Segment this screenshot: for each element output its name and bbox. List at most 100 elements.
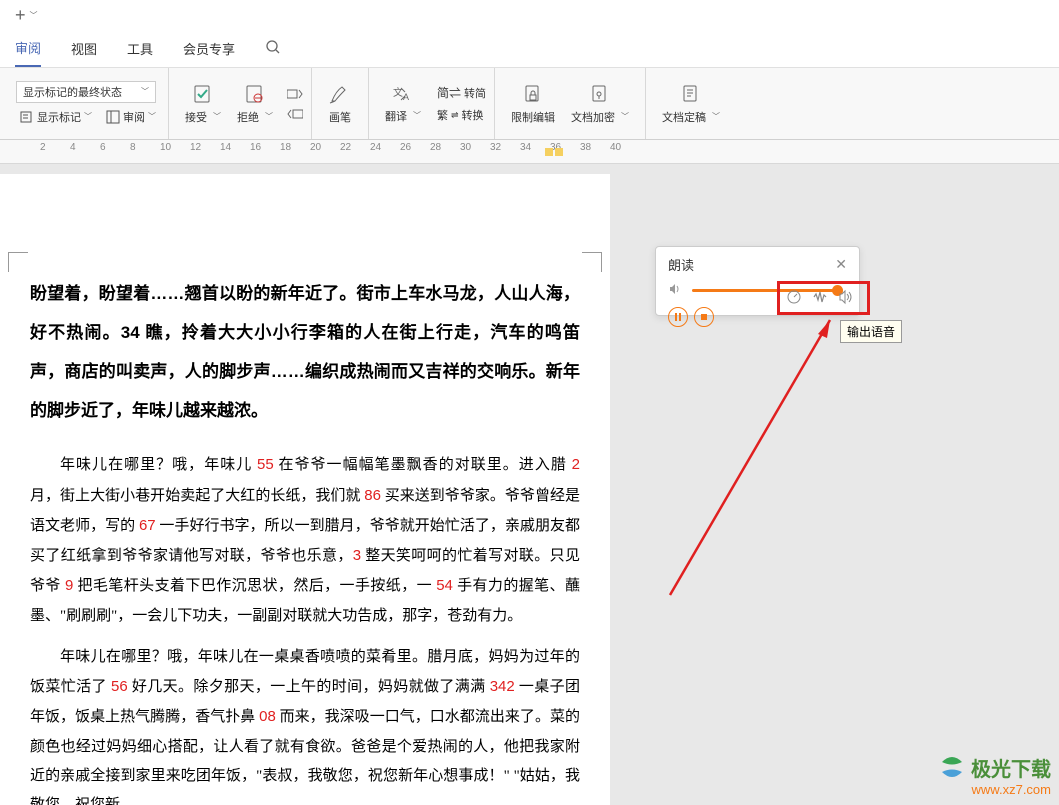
ruler-tick: 10	[160, 142, 171, 153]
paragraph-3[interactable]: 年味儿在哪里？哦，年味儿在一桌桌香喷喷的菜肴里。腊月底，妈妈为过年的饭菜忙活了 …	[30, 643, 580, 805]
logo-icon	[937, 752, 967, 782]
tracked-number: 2	[572, 456, 580, 473]
review-pane-button[interactable]: 审阅 ﹀	[102, 107, 160, 127]
reject-label: 拒绝	[237, 109, 259, 125]
ruler-tick: 18	[280, 142, 291, 153]
translate-button[interactable]: 文A 翻译﹀	[377, 84, 429, 124]
accept-button[interactable]: 接受 ﹀	[177, 83, 229, 125]
pen-group: 画笔	[312, 68, 369, 139]
draft-group: 文档定稿 ﹀	[646, 68, 736, 139]
doc-draft-button[interactable]: 文档定稿 ﹀	[654, 83, 728, 125]
chevron-down-icon: ﹀	[621, 111, 629, 122]
simp-char: 简⇌	[437, 84, 461, 101]
restrict-edit-label: 限制编辑	[511, 109, 555, 125]
changes-group: 接受 ﹀ 拒绝 ﹀	[169, 68, 312, 139]
review-pane-label: 审阅	[123, 109, 145, 125]
logo-url: www.xz7.com	[972, 782, 1051, 797]
chevron-down-icon: ﹀	[213, 111, 221, 122]
horizontal-ruler[interactable]: // ruler rendered below with JS after da…	[0, 140, 1059, 164]
new-doc-icon[interactable]: +	[15, 5, 26, 26]
tracked-number: 08	[259, 708, 276, 725]
tracked-number: 56	[111, 678, 128, 695]
menu-bar: 审阅 视图 工具 会员专享	[0, 30, 1059, 68]
tracked-number: 342	[490, 678, 515, 695]
ruler-indent-marker[interactable]	[545, 148, 553, 156]
ruler-tick: 14	[220, 142, 231, 153]
margin-corner-tl	[8, 252, 28, 272]
tab-tools[interactable]: 工具	[127, 30, 153, 67]
title-bar: + ﹀	[0, 0, 1059, 30]
convert-label: 转换	[462, 107, 484, 123]
ruler-tick: 6	[100, 142, 106, 153]
tab-review[interactable]: 审阅	[15, 30, 41, 67]
ruler-tick: 2	[40, 142, 46, 153]
new-doc-dropdown[interactable]: ﹀	[30, 10, 38, 21]
paragraph-2[interactable]: 年味儿在哪里？哦，年味儿 55 在爷爷一幅幅笔墨飘香的对联里。进入腊 2 月，街…	[30, 450, 580, 631]
prev-change-icon[interactable]	[287, 88, 303, 100]
ruler-tick: 30	[460, 142, 471, 153]
tab-member[interactable]: 会员专享	[183, 30, 235, 67]
markup-status-dropdown[interactable]: 显示标记的最终状态 ﹀	[16, 81, 156, 103]
show-markup-button[interactable]: 显示标记 ﹀	[16, 107, 96, 127]
tracked-number: 86	[364, 487, 381, 504]
ruler-tick: 28	[430, 142, 441, 153]
pen-button[interactable]: 画笔	[320, 83, 360, 125]
accept-label: 接受	[185, 109, 207, 125]
simp-trad-button[interactable]: 简⇌ 转简	[437, 84, 486, 101]
paragraph-1[interactable]: 盼望着，盼望着……翘首以盼的新年近了。街市上车水马龙，人山人海，好不热闹。34 …	[30, 274, 580, 430]
document-area: 盼望着，盼望着……翘首以盼的新年近了。街市上车水马龙，人山人海，好不热闹。34 …	[0, 164, 1059, 805]
doc-draft-label: 文档定稿	[662, 109, 706, 125]
trad-char: 繁	[437, 107, 448, 123]
ruler-tick: 40	[610, 142, 621, 153]
chevron-down-icon: ﹀	[712, 111, 720, 122]
ruler-tick: 22	[340, 142, 351, 153]
volume-icon	[668, 282, 682, 299]
convert-button[interactable]: 繁⇌ 转换	[437, 107, 486, 123]
ruler-tick: 38	[580, 142, 591, 153]
chevron-down-icon: ﹀	[413, 110, 421, 121]
ruler-tick: 26	[400, 142, 411, 153]
translate-group: 文A 翻译﹀ 简⇌ 转简 繁⇌ 转换	[369, 68, 495, 139]
ruler-tick: 12	[190, 142, 201, 153]
restrict-edit-button[interactable]: 限制编辑	[503, 83, 563, 125]
ruler-tick: 16	[250, 142, 261, 153]
search-icon[interactable]	[265, 39, 281, 58]
close-icon[interactable]: ✕	[835, 256, 847, 273]
protect-group: 限制编辑 文档加密 ﹀	[495, 68, 646, 139]
markup-status-label: 显示标记的最终状态	[23, 84, 122, 100]
next-change-icon[interactable]	[287, 108, 303, 120]
reject-button[interactable]: 拒绝 ﹀	[229, 83, 281, 125]
reader-title: 朗读	[668, 255, 694, 274]
tab-view[interactable]: 视图	[71, 30, 97, 67]
logo-text: 极光下载	[971, 753, 1051, 782]
chevron-down-icon: ﹀	[148, 111, 156, 122]
annotation-highlight-box	[777, 281, 870, 315]
annotation-arrow	[660, 310, 860, 600]
ruler-tick: 8	[130, 142, 136, 153]
doc-encrypt-label: 文档加密	[571, 109, 615, 125]
doc-encrypt-button[interactable]: 文档加密 ﹀	[563, 83, 637, 125]
ruler-tick: 34	[520, 142, 531, 153]
markup-group: 显示标记的最终状态 ﹀ 显示标记 ﹀ 审阅 ﹀	[8, 68, 169, 139]
chevron-down-icon: ﹀	[141, 86, 149, 97]
show-markup-label: 显示标记	[37, 109, 81, 125]
page-wrapper: 盼望着，盼望着……翘首以盼的新年近了。街市上车水马龙，人山人海，好不热闹。34 …	[0, 164, 658, 805]
tracked-number: 54	[436, 577, 453, 594]
pen-label: 画笔	[329, 109, 351, 125]
ruler-indent-marker[interactable]	[555, 148, 563, 156]
chevron-down-icon: ﹀	[265, 111, 273, 122]
zhuanjian-label: 转简	[464, 85, 486, 101]
tracked-number: 55	[257, 456, 274, 473]
chevron-down-icon: ﹀	[84, 111, 92, 122]
watermark-logo: 极光下载 www.xz7.com	[937, 752, 1051, 797]
tracked-number: 3	[353, 547, 361, 564]
translate-label: 翻译	[385, 108, 407, 124]
ruler-tick: 20	[310, 142, 321, 153]
tracked-number: 67	[139, 517, 156, 534]
document-page[interactable]: 盼望着，盼望着……翘首以盼的新年近了。街市上车水马龙，人山人海，好不热闹。34 …	[0, 174, 610, 805]
ribbon-toolbar: 显示标记的最终状态 ﹀ 显示标记 ﹀ 审阅 ﹀ 接受 ﹀	[0, 68, 1059, 140]
ruler-tick: 32	[490, 142, 501, 153]
margin-corner-tr	[582, 252, 602, 272]
ruler-tick: 24	[370, 142, 381, 153]
ruler-tick: 4	[70, 142, 76, 153]
